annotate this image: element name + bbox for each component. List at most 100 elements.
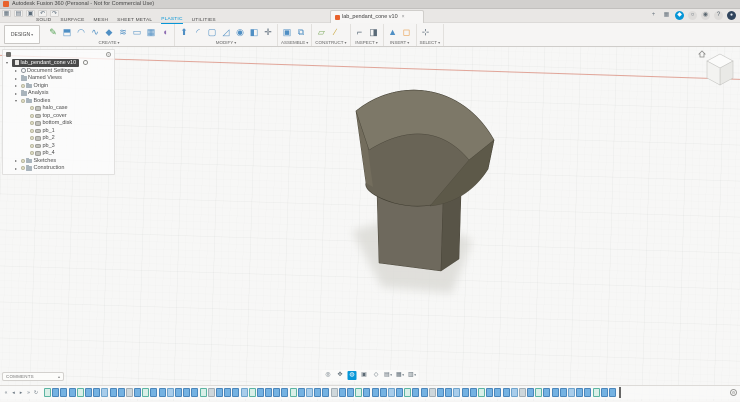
document-close-icon[interactable]: ×: [402, 14, 405, 20]
timeline-feature-icon[interactable]: [608, 388, 616, 397]
timeline-modify-icon[interactable]: [387, 388, 395, 397]
visibility-bulb-icon[interactable]: [20, 158, 25, 163]
tab-sheet-metal[interactable]: SHEET METAL: [117, 18, 152, 24]
comments-bar[interactable]: COMMENTS ▴: [2, 372, 64, 381]
form-icon[interactable]: ◖: [159, 26, 171, 39]
timeline-feature-icon[interactable]: [109, 388, 117, 397]
apps-grid-icon[interactable]: ▦: [662, 11, 671, 20]
timeline-construct-icon[interactable]: [125, 388, 133, 397]
timeline-feature-icon[interactable]: [379, 388, 387, 397]
tab-mesh[interactable]: MESH: [93, 18, 108, 24]
timeline-feature-icon[interactable]: [461, 388, 469, 397]
redo-icon[interactable]: ↷: [50, 10, 59, 17]
visibility-circle-icon[interactable]: [82, 60, 88, 65]
timeline-sketch-icon[interactable]: [477, 388, 485, 397]
select-icon[interactable]: ⊹: [420, 26, 432, 39]
pipe-icon[interactable]: ▭: [131, 26, 143, 39]
disclosure-icon[interactable]: ▸: [15, 158, 19, 163]
timeline-sketch-icon[interactable]: [248, 388, 256, 397]
timeline-feature-icon[interactable]: [600, 388, 608, 397]
split-icon[interactable]: ◧: [248, 26, 260, 39]
pattern-icon[interactable]: ▦: [145, 26, 157, 39]
notifications-icon[interactable]: ◉: [701, 11, 710, 20]
browser-add-icon[interactable]: +: [106, 52, 111, 57]
undo-icon[interactable]: ↶: [38, 10, 47, 17]
section-analysis-icon[interactable]: ◨: [368, 26, 380, 39]
viewports-icon[interactable]: ▥ ▾: [408, 371, 417, 380]
save-icon[interactable]: ▣: [26, 10, 35, 17]
visibility-bulb-icon[interactable]: [29, 106, 34, 111]
fillet-icon[interactable]: ◜: [192, 26, 204, 39]
disclosure-icon[interactable]: ▸: [15, 68, 19, 73]
grid-settings-icon[interactable]: ▦ ▾: [396, 371, 405, 380]
timeline-feature-icon[interactable]: [158, 388, 166, 397]
browser-item-pb-4[interactable]: pb_4: [4, 150, 113, 158]
timeline-feature-icon[interactable]: [297, 388, 305, 397]
timeline-feature-icon[interactable]: [60, 388, 68, 397]
timeline-feature-icon[interactable]: [265, 388, 273, 397]
timeline-feature-icon[interactable]: [469, 388, 477, 397]
pedestal-right-face[interactable]: [440, 193, 462, 272]
timeline-modify-icon[interactable]: [510, 388, 518, 397]
insert-mesh-icon[interactable]: ▲: [387, 26, 399, 39]
browser-item-pb-3[interactable]: pb_3: [4, 142, 113, 150]
visibility-bulb-icon[interactable]: [29, 151, 34, 156]
timeline-sketch-icon[interactable]: [289, 388, 297, 397]
timeline-feature-icon[interactable]: [486, 388, 494, 397]
draft-icon[interactable]: ◿: [220, 26, 232, 39]
timeline-feature-icon[interactable]: [191, 388, 199, 397]
timeline-feature-icon[interactable]: [584, 388, 592, 397]
fit-icon[interactable]: ▣: [360, 371, 369, 380]
timeline-feature-icon[interactable]: [215, 388, 223, 397]
group-label-insert[interactable]: INSERT ▾: [387, 40, 413, 45]
timeline-modify-icon[interactable]: [240, 388, 248, 397]
timeline-sketch-icon[interactable]: [592, 388, 600, 397]
timeline-sketch-icon[interactable]: [355, 388, 363, 397]
timeline-feature-icon[interactable]: [84, 388, 92, 397]
timeline-feature-icon[interactable]: [576, 388, 584, 397]
browser-item-named-views[interactable]: ▸ Named Views: [4, 75, 113, 83]
timeline-feature-icon[interactable]: [232, 388, 240, 397]
pan-icon[interactable]: ✥: [336, 371, 345, 380]
timeline-feature-icon[interactable]: [420, 388, 428, 397]
root-document-chip[interactable]: lab_pendant_cone v10: [11, 58, 80, 67]
timeline-play-icon[interactable]: ▸: [18, 389, 24, 397]
timeline-feature-icon[interactable]: [134, 388, 142, 397]
timeline-feature-icon[interactable]: [445, 388, 453, 397]
timeline-feature-icon[interactable]: [494, 388, 502, 397]
timeline-feature-icon[interactable]: [371, 388, 379, 397]
timeline-feature-icon[interactable]: [396, 388, 404, 397]
create-sketch-icon[interactable]: ✎: [47, 26, 59, 39]
look-at-icon[interactable]: ◇: [372, 371, 381, 380]
browser-item-document-settings[interactable]: ▸ Document Settings: [4, 67, 113, 75]
group-label-assemble[interactable]: ASSEMBLE ▾: [281, 40, 308, 45]
help-icon[interactable]: ?: [714, 11, 723, 20]
timeline-feature-icon[interactable]: [117, 388, 125, 397]
timeline-modify-icon[interactable]: [568, 388, 575, 397]
timeline-feature-icon[interactable]: [527, 388, 535, 397]
coil-icon[interactable]: ≋: [117, 26, 129, 39]
timeline-feature-icon[interactable]: [338, 388, 346, 397]
timeline-modify-icon[interactable]: [101, 388, 109, 397]
browser-item-top-cover[interactable]: top_cover: [4, 112, 113, 120]
tab-solid[interactable]: SOLID: [36, 18, 51, 24]
timeline-step-forward-icon[interactable]: »: [26, 389, 32, 397]
visibility-bulb-icon[interactable]: [20, 98, 25, 103]
timeline-feature-icon[interactable]: [256, 388, 264, 397]
visibility-bulb-icon[interactable]: [20, 166, 25, 171]
browser-item-origin[interactable]: ▸ Origin: [4, 82, 113, 90]
visibility-bulb-icon[interactable]: [20, 83, 25, 88]
timeline-options-icon[interactable]: ⚙: [730, 389, 737, 396]
timeline-feature-icon[interactable]: [412, 388, 420, 397]
combine-icon[interactable]: ◉: [234, 26, 246, 39]
browser-root-item[interactable]: ▾ lab_pendant_cone v10: [4, 58, 113, 67]
timeline-feature-icon[interactable]: [150, 388, 158, 397]
timeline-modify-icon[interactable]: [306, 388, 313, 397]
timeline-feature-icon[interactable]: [93, 388, 101, 397]
browser-item-bottom-disk[interactable]: bottom_disk: [4, 120, 113, 128]
timeline-feature-icon[interactable]: [437, 388, 444, 397]
browser-item-pb-2[interactable]: pb_2: [4, 135, 113, 143]
disclosure-icon[interactable]: ▸: [15, 83, 19, 88]
timeline-sketch-icon[interactable]: [142, 388, 150, 397]
sweep-icon[interactable]: ∿: [89, 26, 101, 39]
